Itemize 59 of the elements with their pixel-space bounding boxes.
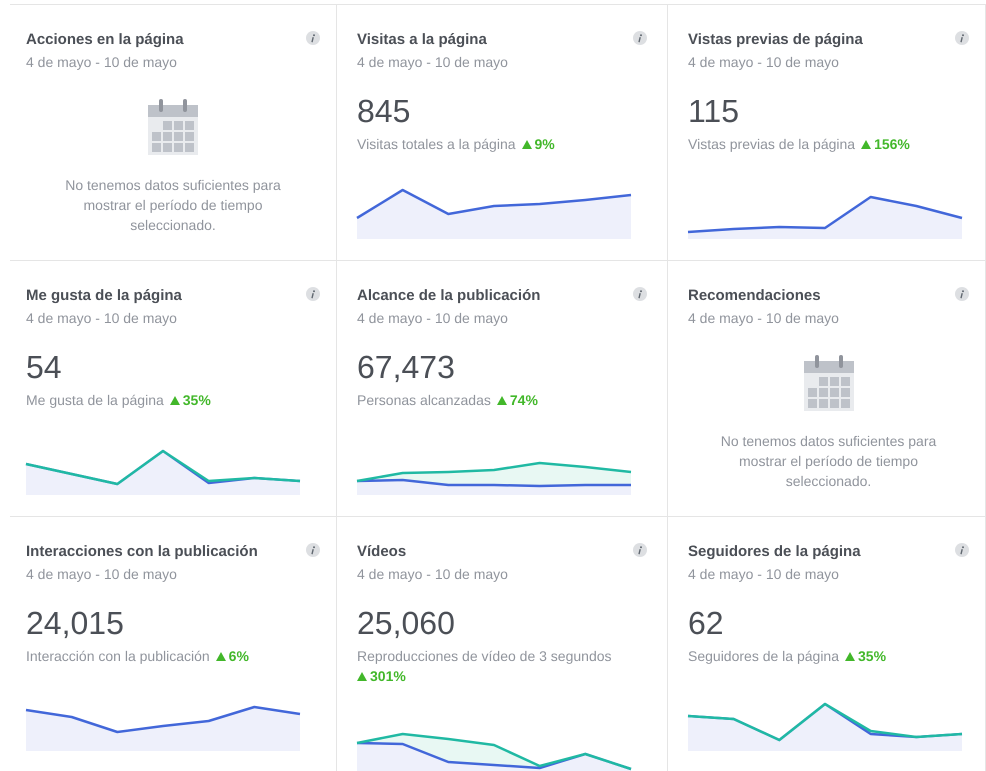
empty-message: No tenemos datos suficientes para mostrar el período de tiempo seleccionado. [64,176,282,235]
card-title: Visitas a la página [357,30,487,50]
up-triangle-icon [216,652,226,660]
change-percent: 9% [534,135,555,154]
metric-value: 67,473 [357,349,456,385]
up-triangle-icon [357,672,367,680]
empty-message: No tenemos datos suficientes para mostrar el período de tiempo seleccionado. [720,432,938,491]
change-percent: 35% [182,391,211,410]
date-range: 4 de mayo - 10 de mayo [357,309,509,327]
up-triangle-icon [845,652,856,660]
info-icon[interactable] [955,287,969,301]
up-triangle-icon [522,140,532,148]
up-triangle-icon [861,140,872,148]
info-icon[interactable] [306,31,320,45]
up-triangle-icon [170,396,180,404]
up-triangle-icon [496,396,507,404]
date-range: 4 de mayo - 10 de mayo [26,309,178,327]
calendar-icon [148,99,198,155]
card-title: Interacciones con la publicación [26,542,258,562]
metric-label: Interacción con la publicación [26,647,210,666]
info-icon[interactable] [633,31,647,45]
date-range: 4 de mayo - 10 de mayo [688,309,840,327]
date-range: 4 de mayo - 10 de mayo [357,565,509,583]
metric-label: Seguidores de la página [688,647,840,666]
info-icon[interactable] [955,543,969,557]
metric-label: Me gusta de la página [26,391,164,410]
info-icon[interactable] [955,31,969,45]
change-percent: 6% [228,647,249,666]
change-percent: 301% [370,667,406,686]
metric-value: 25,060 [357,605,456,641]
metric-label: Personas alcanzadas [357,391,491,410]
change-percent: 74% [510,391,538,410]
card-title: Vistas previas de página [688,30,863,50]
metric-value: 115 [688,93,740,129]
info-icon[interactable] [633,543,647,557]
metric-value: 24,015 [26,605,125,641]
metric-value: 62 [688,605,725,641]
date-range: 4 de mayo - 10 de mayo [688,53,840,71]
metric-value: 845 [357,93,412,129]
metric-value: 54 [26,349,63,385]
change-percent: 156% [874,135,910,154]
date-range: 4 de mayo - 10 de mayo [26,53,178,71]
info-icon[interactable] [306,543,320,557]
metric-label: Vistas previas de la página [688,135,856,154]
card-title: Vídeos [357,542,406,562]
date-range: 4 de mayo - 10 de mayo [357,53,509,71]
info-icon[interactable] [306,287,320,301]
date-range: 4 de mayo - 10 de mayo [26,565,178,583]
info-icon[interactable] [633,287,647,301]
date-range: 4 de mayo - 10 de mayo [688,565,840,583]
card-title: Alcance de la publicación [357,286,540,306]
change-percent: 35% [858,647,886,666]
card-title: Me gusta de la página [26,286,182,306]
calendar-icon [804,355,854,411]
card-title: Seguidores de la página [688,542,861,562]
metric-label: Reproducciones de vídeo de 3 segundos [357,647,612,666]
card-title: Acciones en la página [26,30,184,50]
metric-label: Visitas totales a la página [357,135,516,154]
card-title: Recomendaciones [688,286,821,306]
